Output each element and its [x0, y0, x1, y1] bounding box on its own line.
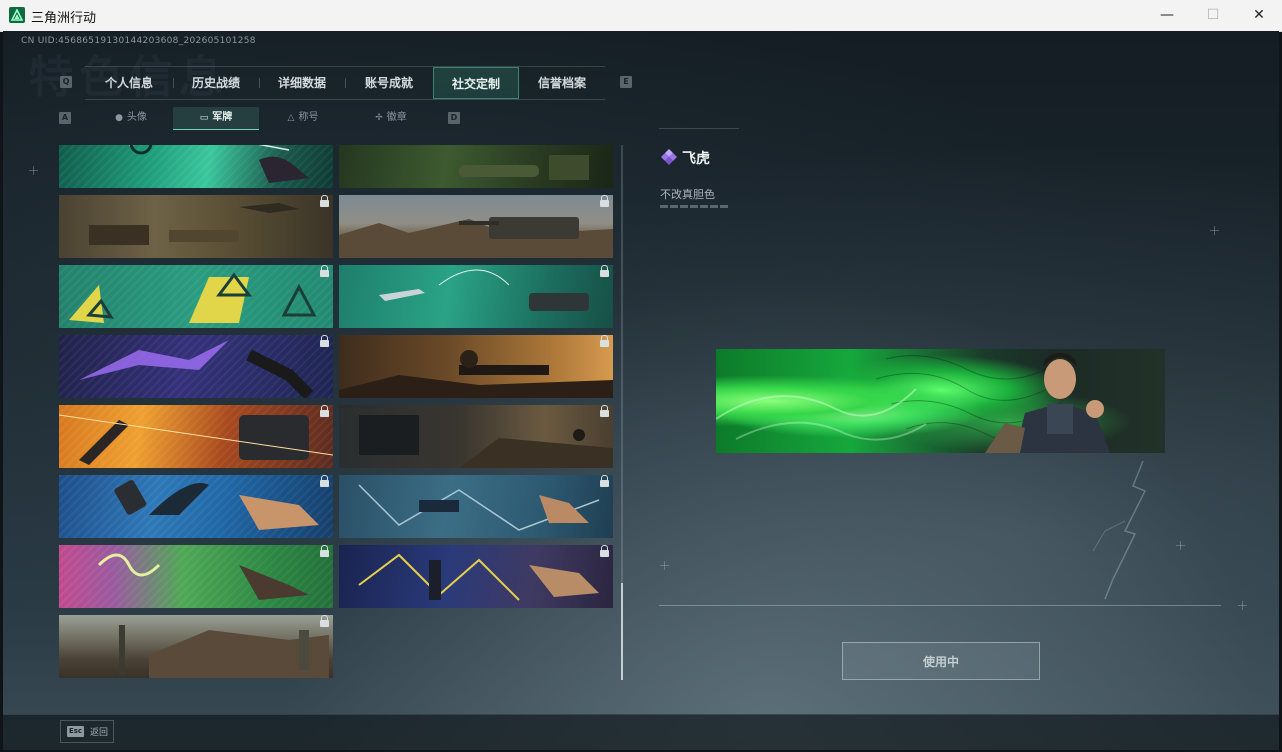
tab-credit-profile[interactable]: 信誉档案 [519, 67, 605, 99]
tab-social-customization[interactable]: 社交定制 [433, 67, 519, 99]
close-button[interactable]: ✕ [1236, 0, 1282, 31]
app-icon [9, 7, 25, 23]
subtab-next-key-hint[interactable]: D [448, 112, 460, 124]
tab-next-key-hint[interactable]: E [620, 76, 632, 88]
uid-label: CN UID:45686519130144203608_202605101258 [21, 36, 256, 46]
tab-prev-key-hint[interactable]: Q [60, 76, 72, 88]
dogtag-card[interactable] [59, 545, 333, 608]
dogtag-subtitle: 不改真胆色 [660, 188, 715, 201]
decor-crosshair [29, 166, 38, 175]
window-title: 三角洲行动 [31, 11, 97, 26]
lock-icon [320, 265, 329, 277]
title-icon: △ [287, 113, 295, 123]
lightning-decor [1092, 461, 1147, 600]
window-titlebar: 三角洲行动 — ☐ ✕ [0, 0, 1282, 32]
dogtag-card[interactable] [339, 475, 613, 538]
subtab-title-label: 称号 [298, 112, 319, 123]
dogtag-card[interactable] [339, 265, 613, 328]
dogtag-card[interactable] [339, 335, 613, 398]
tab-achievements[interactable]: 账号成就 [345, 67, 433, 99]
dogtag-name: 飞虎 [682, 151, 710, 167]
detail-top-divider [659, 128, 739, 129]
tab-profile[interactable]: 个人信息 [85, 67, 173, 99]
dogtag-card[interactable] [59, 475, 333, 538]
minimize-button[interactable]: — [1144, 0, 1190, 31]
back-label: 返回 [90, 728, 109, 738]
dogtag-card[interactable] [59, 335, 333, 398]
subtab-prev-key-hint[interactable]: A [59, 112, 71, 124]
lock-icon [320, 335, 329, 347]
decor-crosshair [1238, 601, 1247, 610]
dogtag-card[interactable] [59, 145, 333, 188]
dogtag-icon: ▭ [199, 113, 209, 123]
decor-crosshair [1176, 541, 1185, 550]
subtab-dogtag-label: 军牌 [212, 112, 233, 123]
tab-details[interactable]: 详细数据 [259, 67, 345, 99]
dogtag-card[interactable] [339, 145, 613, 188]
dogtag-card[interactable] [339, 195, 613, 258]
subtab-dogtag[interactable]: ▭ 军牌 [173, 107, 259, 130]
grid-scrollbar-thumb[interactable] [621, 583, 623, 680]
subtab-badge-label: 徽章 [386, 112, 407, 123]
lock-icon [320, 545, 329, 557]
lock-icon [600, 195, 609, 207]
dogtag-card[interactable] [59, 615, 333, 678]
lock-icon [600, 475, 609, 487]
dogtag-grid [59, 145, 619, 681]
bottom-bar [3, 714, 1279, 750]
person-icon: ● [115, 113, 123, 123]
lock-icon [320, 405, 329, 417]
rarity-gem-icon [661, 149, 677, 165]
dogtag-card[interactable] [339, 545, 613, 608]
lock-icon [320, 195, 329, 207]
main-tab-bar: 个人信息 历史战绩 详细数据 账号成就 社交定制 信誉档案 [85, 66, 605, 100]
back-button[interactable]: Esc 返回 [60, 720, 114, 743]
game-viewport: 特色信息 CN UID:45686519130144203608_2026051… [3, 31, 1279, 750]
decor-crosshair [660, 561, 669, 570]
maximize-button[interactable]: ☐ [1190, 0, 1236, 31]
esc-key-icon: Esc [67, 726, 84, 737]
lock-icon [600, 545, 609, 557]
dogtag-card[interactable] [339, 405, 613, 468]
badge-icon: ✢ [375, 113, 383, 123]
subtab-title[interactable]: △ 称号 [259, 107, 347, 129]
lock-icon [320, 615, 329, 627]
subtab-avatar-label: 头像 [126, 112, 147, 123]
detail-decor-bar [660, 205, 728, 208]
dogtag-preview [716, 349, 1165, 453]
subtab-badge[interactable]: ✢ 徽章 [347, 107, 435, 129]
tab-history[interactable]: 历史战绩 [173, 67, 259, 99]
detail-bottom-divider [659, 605, 1221, 606]
use-dogtag-button[interactable]: 使用中 [842, 642, 1040, 680]
dogtag-card[interactable] [59, 265, 333, 328]
lock-icon [600, 335, 609, 347]
lock-icon [600, 265, 609, 277]
lock-icon [320, 475, 329, 487]
sub-tab-bar: A ● 头像 ▭ 军牌 △ 称号 ✢ 徽章 D [59, 107, 460, 130]
subtab-avatar[interactable]: ● 头像 [87, 107, 175, 129]
dogtag-card[interactable] [59, 405, 333, 468]
dogtag-card[interactable] [59, 195, 333, 258]
decor-crosshair [1210, 226, 1219, 235]
lock-icon [600, 405, 609, 417]
